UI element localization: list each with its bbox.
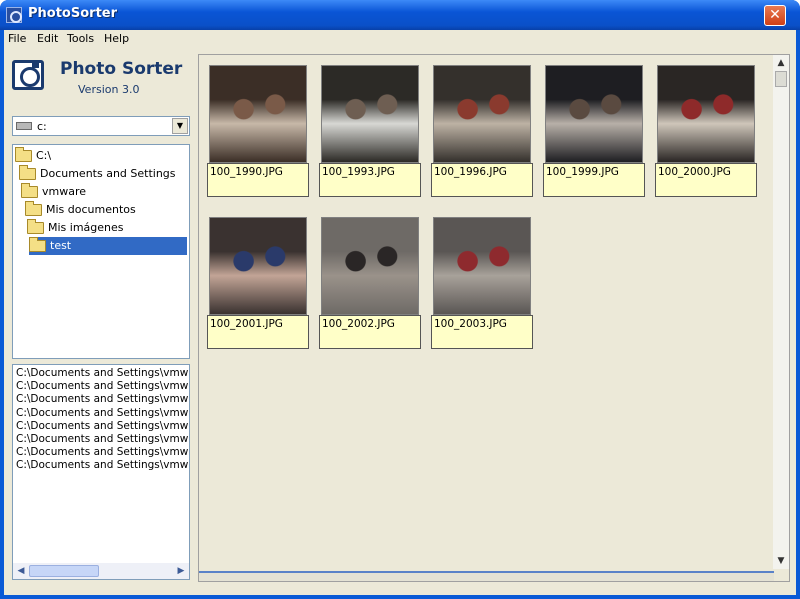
photo-image	[209, 217, 307, 315]
scroll-up-icon[interactable]: ▲	[774, 56, 788, 70]
list-item[interactable]: C:\Documents and Settings\vmwar	[13, 407, 189, 420]
photo-image	[545, 65, 643, 163]
menu-help[interactable]: Help	[104, 32, 129, 45]
photo-image	[433, 65, 531, 163]
menu-tools[interactable]: Tools	[67, 32, 94, 45]
thumbnail[interactable]: 100_1999.JPG	[543, 63, 645, 197]
tree-item-test[interactable]: test	[29, 237, 187, 255]
thumbnail-caption: 100_2000.JPG	[655, 163, 757, 197]
thumbnail[interactable]: 100_2001.JPG	[207, 215, 309, 349]
folder-icon	[19, 165, 36, 180]
list-item[interactable]: C:\Documents and Settings\vmwar	[13, 393, 189, 406]
tree-item-label: Documents and Settings	[40, 167, 176, 180]
list-item[interactable]: C:\Documents and Settings\vmwar	[13, 459, 189, 472]
list-item[interactable]: C:\Documents and Settings\vmwar	[13, 380, 189, 393]
list-item[interactable]: C:\Documents and Settings\vmwar	[13, 367, 189, 380]
folder-icon	[27, 219, 44, 234]
thumbnail[interactable]: 100_2003.JPG	[431, 215, 533, 349]
thumbnail-caption: 100_1990.JPG	[207, 163, 309, 197]
horizontal-scrollbar[interactable]: ◀ ▶	[13, 563, 189, 579]
scroll-thumb[interactable]	[775, 71, 787, 87]
client-area: File Edit Tools Help Photo Sorter Versio…	[4, 30, 796, 595]
thumbnail[interactable]: 100_1993.JPG	[319, 63, 421, 197]
thumbnail[interactable]: 100_2002.JPG	[319, 215, 421, 349]
thumbnail[interactable]: 100_1990.JPG	[207, 63, 309, 197]
thumbnail[interactable]: 100_2000.JPG	[655, 63, 757, 197]
vertical-scrollbar[interactable]: ▲ ▼	[773, 55, 789, 569]
thumbnail-caption: 100_1996.JPG	[431, 163, 533, 197]
thumbnail-caption: 100_2002.JPG	[319, 315, 421, 349]
scroll-down-icon[interactable]: ▼	[774, 554, 788, 568]
tree-item-label: Mis imágenes	[48, 221, 124, 234]
list-item[interactable]: C:\Documents and Settings\vmwar	[13, 433, 189, 446]
thumbnail-grid[interactable]: 100_1990.JPG 100_1993.JPG 100_1996.JPG 1…	[198, 54, 790, 582]
folder-icon	[15, 147, 32, 162]
folder-tree[interactable]: C:\ Documents and Settings vmware Mis do…	[12, 144, 190, 359]
chevron-down-icon[interactable]: ▼	[172, 118, 188, 134]
menu-file[interactable]: File	[8, 32, 26, 45]
thumbnail[interactable]: 100_1996.JPG	[431, 63, 533, 197]
thumbnail-caption: 100_1999.JPG	[543, 163, 645, 197]
thumbnail-caption: 100_2003.JPG	[431, 315, 533, 349]
list-item[interactable]: C:\Documents and Settings\vmwar	[13, 446, 189, 459]
thumbnail-caption: 100_1993.JPG	[319, 163, 421, 197]
photo-image	[209, 65, 307, 163]
folder-icon	[21, 183, 38, 198]
tree-item-label: C:\	[36, 149, 52, 162]
scroll-left-icon[interactable]: ◀	[14, 564, 28, 578]
thumbnail-caption: 100_2001.JPG	[207, 315, 309, 349]
camera-logo-icon	[12, 60, 44, 90]
app-name: Photo Sorter	[60, 59, 183, 79]
app-version: Version 3.0	[78, 83, 140, 96]
tree-item-label: test	[48, 239, 74, 252]
drive-select[interactable]: c: ▼	[12, 116, 190, 136]
app-window: PhotoSorter ✕ File Edit Tools Help Photo…	[0, 0, 800, 599]
folder-open-icon	[29, 237, 46, 252]
camera-app-icon	[6, 7, 22, 23]
title-bar[interactable]: PhotoSorter ✕	[0, 0, 800, 30]
menu-edit[interactable]: Edit	[37, 32, 58, 45]
file-path-list[interactable]: C:\Documents and Settings\vmwar C:\Docum…	[12, 364, 190, 580]
drive-value: c:	[37, 120, 47, 133]
photo-image	[433, 217, 531, 315]
close-button[interactable]: ✕	[764, 5, 786, 26]
drive-icon	[16, 122, 32, 130]
tree-item-label: vmware	[42, 185, 87, 198]
folder-icon	[25, 201, 42, 216]
photo-image	[657, 65, 755, 163]
scroll-right-icon[interactable]: ▶	[174, 564, 188, 578]
window-title: PhotoSorter	[28, 6, 118, 21]
horizontal-scroll-track[interactable]	[199, 571, 774, 581]
scroll-thumb[interactable]	[29, 565, 99, 577]
menu-bar: File Edit Tools Help	[4, 30, 796, 48]
left-panel: Photo Sorter Version 3.0 c: ▼ C:\ Docume…	[10, 56, 190, 586]
photo-image	[321, 65, 419, 163]
tree-item-label: Mis documentos	[46, 203, 136, 216]
photo-image	[321, 217, 419, 315]
list-item[interactable]: C:\Documents and Settings\vmwar	[13, 420, 189, 433]
